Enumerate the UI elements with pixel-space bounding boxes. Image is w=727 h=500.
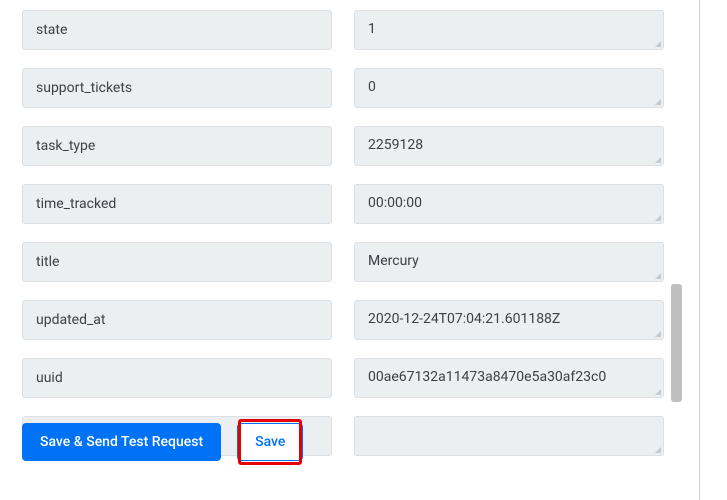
field-value-input[interactable] <box>354 300 664 340</box>
field-key-input[interactable] <box>22 10 332 50</box>
form-panel: Save & Send Test Request Save <box>0 0 700 500</box>
field-row <box>22 300 672 340</box>
scrollbar-track[interactable] <box>671 0 682 500</box>
button-bar: Save & Send Test Request Save <box>22 423 303 461</box>
field-key-input[interactable] <box>22 184 332 224</box>
field-key-input[interactable] <box>22 68 332 108</box>
field-row <box>22 68 672 108</box>
field-rows <box>22 10 672 474</box>
field-row <box>22 358 672 398</box>
field-row <box>22 184 672 224</box>
field-value-input[interactable] <box>354 242 664 282</box>
field-value-wrap <box>354 10 664 50</box>
field-key-input[interactable] <box>22 242 332 282</box>
field-key-input[interactable] <box>22 300 332 340</box>
field-row <box>22 242 672 282</box>
field-value-wrap <box>354 416 664 456</box>
field-value-wrap <box>354 184 664 224</box>
field-value-wrap <box>354 300 664 340</box>
field-key-input[interactable] <box>22 126 332 166</box>
scroll-area: Save & Send Test Request Save <box>0 0 700 500</box>
field-value-wrap <box>354 358 664 398</box>
scrollbar-thumb[interactable] <box>671 284 682 402</box>
field-value-input[interactable] <box>354 10 664 50</box>
field-value-wrap <box>354 242 664 282</box>
field-value-input[interactable] <box>354 184 664 224</box>
field-value-input[interactable] <box>354 68 664 108</box>
field-value-input[interactable] <box>354 358 664 398</box>
field-value-input[interactable] <box>354 416 664 456</box>
field-value-input[interactable] <box>354 126 664 166</box>
save-button[interactable]: Save <box>237 423 303 461</box>
field-row <box>22 126 672 166</box>
field-row <box>22 10 672 50</box>
field-key-input[interactable] <box>22 358 332 398</box>
field-value-wrap <box>354 68 664 108</box>
field-value-wrap <box>354 126 664 166</box>
save-send-test-button[interactable]: Save & Send Test Request <box>22 423 221 461</box>
